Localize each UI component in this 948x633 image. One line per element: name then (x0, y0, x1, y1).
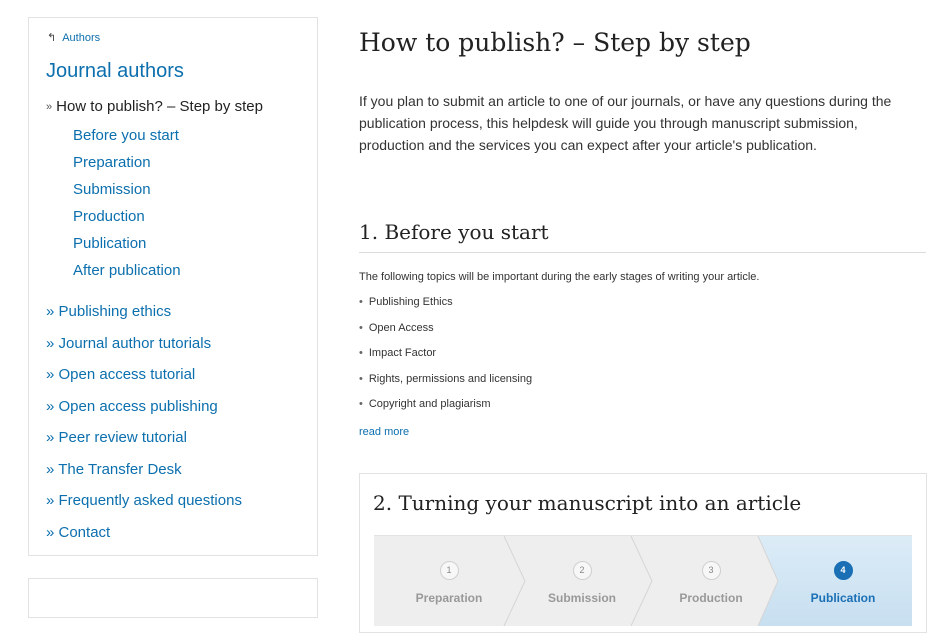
step-label: Preparation (415, 591, 483, 605)
sidebar-sub-list: Before you start Preparation Submission … (73, 126, 181, 288)
sidebar-item-label: How to publish? – Step by step (56, 98, 263, 115)
list-item: Copyright and plagiarism (359, 397, 532, 423)
list-item: Rights, permissions and licensing (359, 372, 532, 398)
sidebar-item-author-tutorials[interactable]: » Journal author tutorials (46, 334, 242, 366)
list-item: Publishing Ethics (359, 295, 532, 321)
sidebar-item-contact[interactable]: » Contact (46, 523, 242, 555)
step-preparation[interactable]: 1 Preparation (389, 560, 509, 605)
sidebar-item-open-access-publishing[interactable]: » Open access publishing (46, 397, 242, 429)
list-item: Open Access (359, 321, 532, 347)
sidebar-subitem-publication[interactable]: Publication (73, 234, 181, 261)
sidebar-subitem-production[interactable]: Production (73, 207, 181, 234)
section-before-you-start-title: 1. Before you start (359, 220, 549, 244)
sidebar-subitem-after-publication[interactable]: After publication (73, 261, 181, 288)
step-number-badge: 1 (439, 561, 459, 580)
back-link-label: Authors (62, 31, 101, 44)
sidebar-subitem-submission[interactable]: Submission (73, 180, 181, 207)
topics-list: Publishing Ethics Open Access Impact Fac… (359, 295, 532, 423)
sidebar-item-publishing-ethics[interactable]: » Publishing ethics (46, 302, 242, 334)
sidebar-item-open-access-tutorial[interactable]: » Open access tutorial (46, 365, 242, 397)
sidebar-item-how-to-publish[interactable]: » How to publish? – Step by step (46, 98, 263, 115)
step-number-badge: 2 (572, 561, 592, 580)
page-title: How to publish? – Step by step (359, 28, 751, 57)
sidebar-item-faq[interactable]: » Frequently asked questions (46, 491, 242, 523)
step-production[interactable]: 3 Production (651, 560, 771, 605)
step-progress-bar: 1 Preparation 2 Submission 3 Production … (374, 535, 912, 626)
section-lead-text: The following topics will be important d… (359, 271, 760, 283)
back-to-authors-link[interactable]: ↰ Authors (47, 31, 101, 45)
sidebar-main-list: » Publishing ethics » Journal author tut… (46, 302, 242, 554)
back-arrow-icon: ↰ (47, 32, 57, 44)
step-publication[interactable]: 4 Publication (783, 560, 903, 605)
sidebar-secondary-box (28, 578, 318, 618)
intro-paragraph: If you plan to submit an article to one … (359, 93, 892, 153)
sidebar-subitem-preparation[interactable]: Preparation (73, 153, 181, 180)
sidebar-item-transfer-desk[interactable]: » The Transfer Desk (46, 460, 242, 492)
step-label: Publication (810, 591, 876, 605)
step-label: Production (679, 591, 743, 605)
sidebar-item-peer-review-tutorial[interactable]: » Peer review tutorial (46, 428, 242, 460)
sidebar-title[interactable]: Journal authors (46, 60, 184, 83)
read-more-link[interactable]: read more (359, 426, 409, 438)
step-label: Submission (547, 591, 616, 605)
manuscript-steps-panel: 2. Turning your manuscript into an artic… (359, 473, 927, 633)
sidebar-subitem-before-you-start[interactable]: Before you start (73, 126, 181, 153)
section-divider (359, 252, 926, 253)
list-item: Impact Factor (359, 346, 532, 372)
sidebar-nav: ↰ Authors Journal authors » How to publi… (28, 17, 318, 556)
section-manuscript-title: 2. Turning your manuscript into an artic… (373, 491, 802, 515)
step-number-badge: 3 (701, 561, 721, 580)
step-number-badge: 4 (833, 561, 853, 580)
step-submission[interactable]: 2 Submission (522, 560, 642, 605)
chevron-double-down-icon: » (46, 100, 53, 113)
